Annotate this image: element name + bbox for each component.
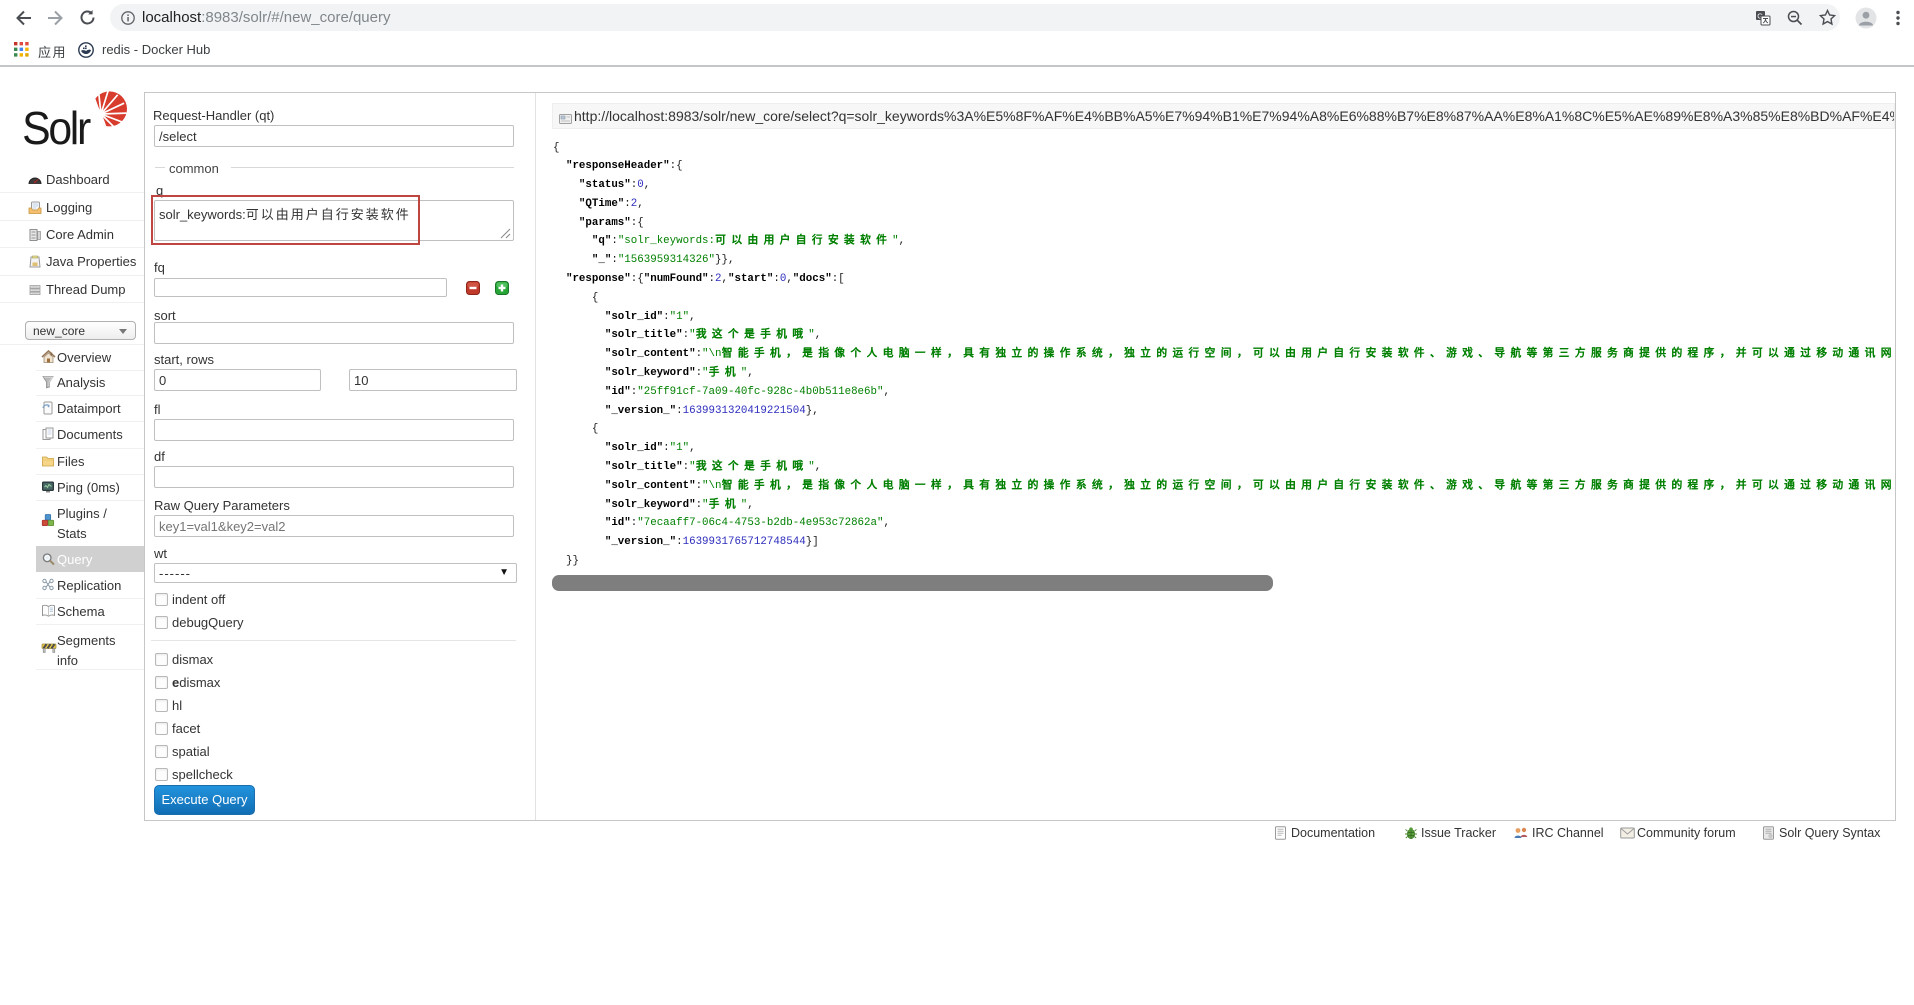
svg-text:Solr: Solr: [24, 104, 91, 155]
